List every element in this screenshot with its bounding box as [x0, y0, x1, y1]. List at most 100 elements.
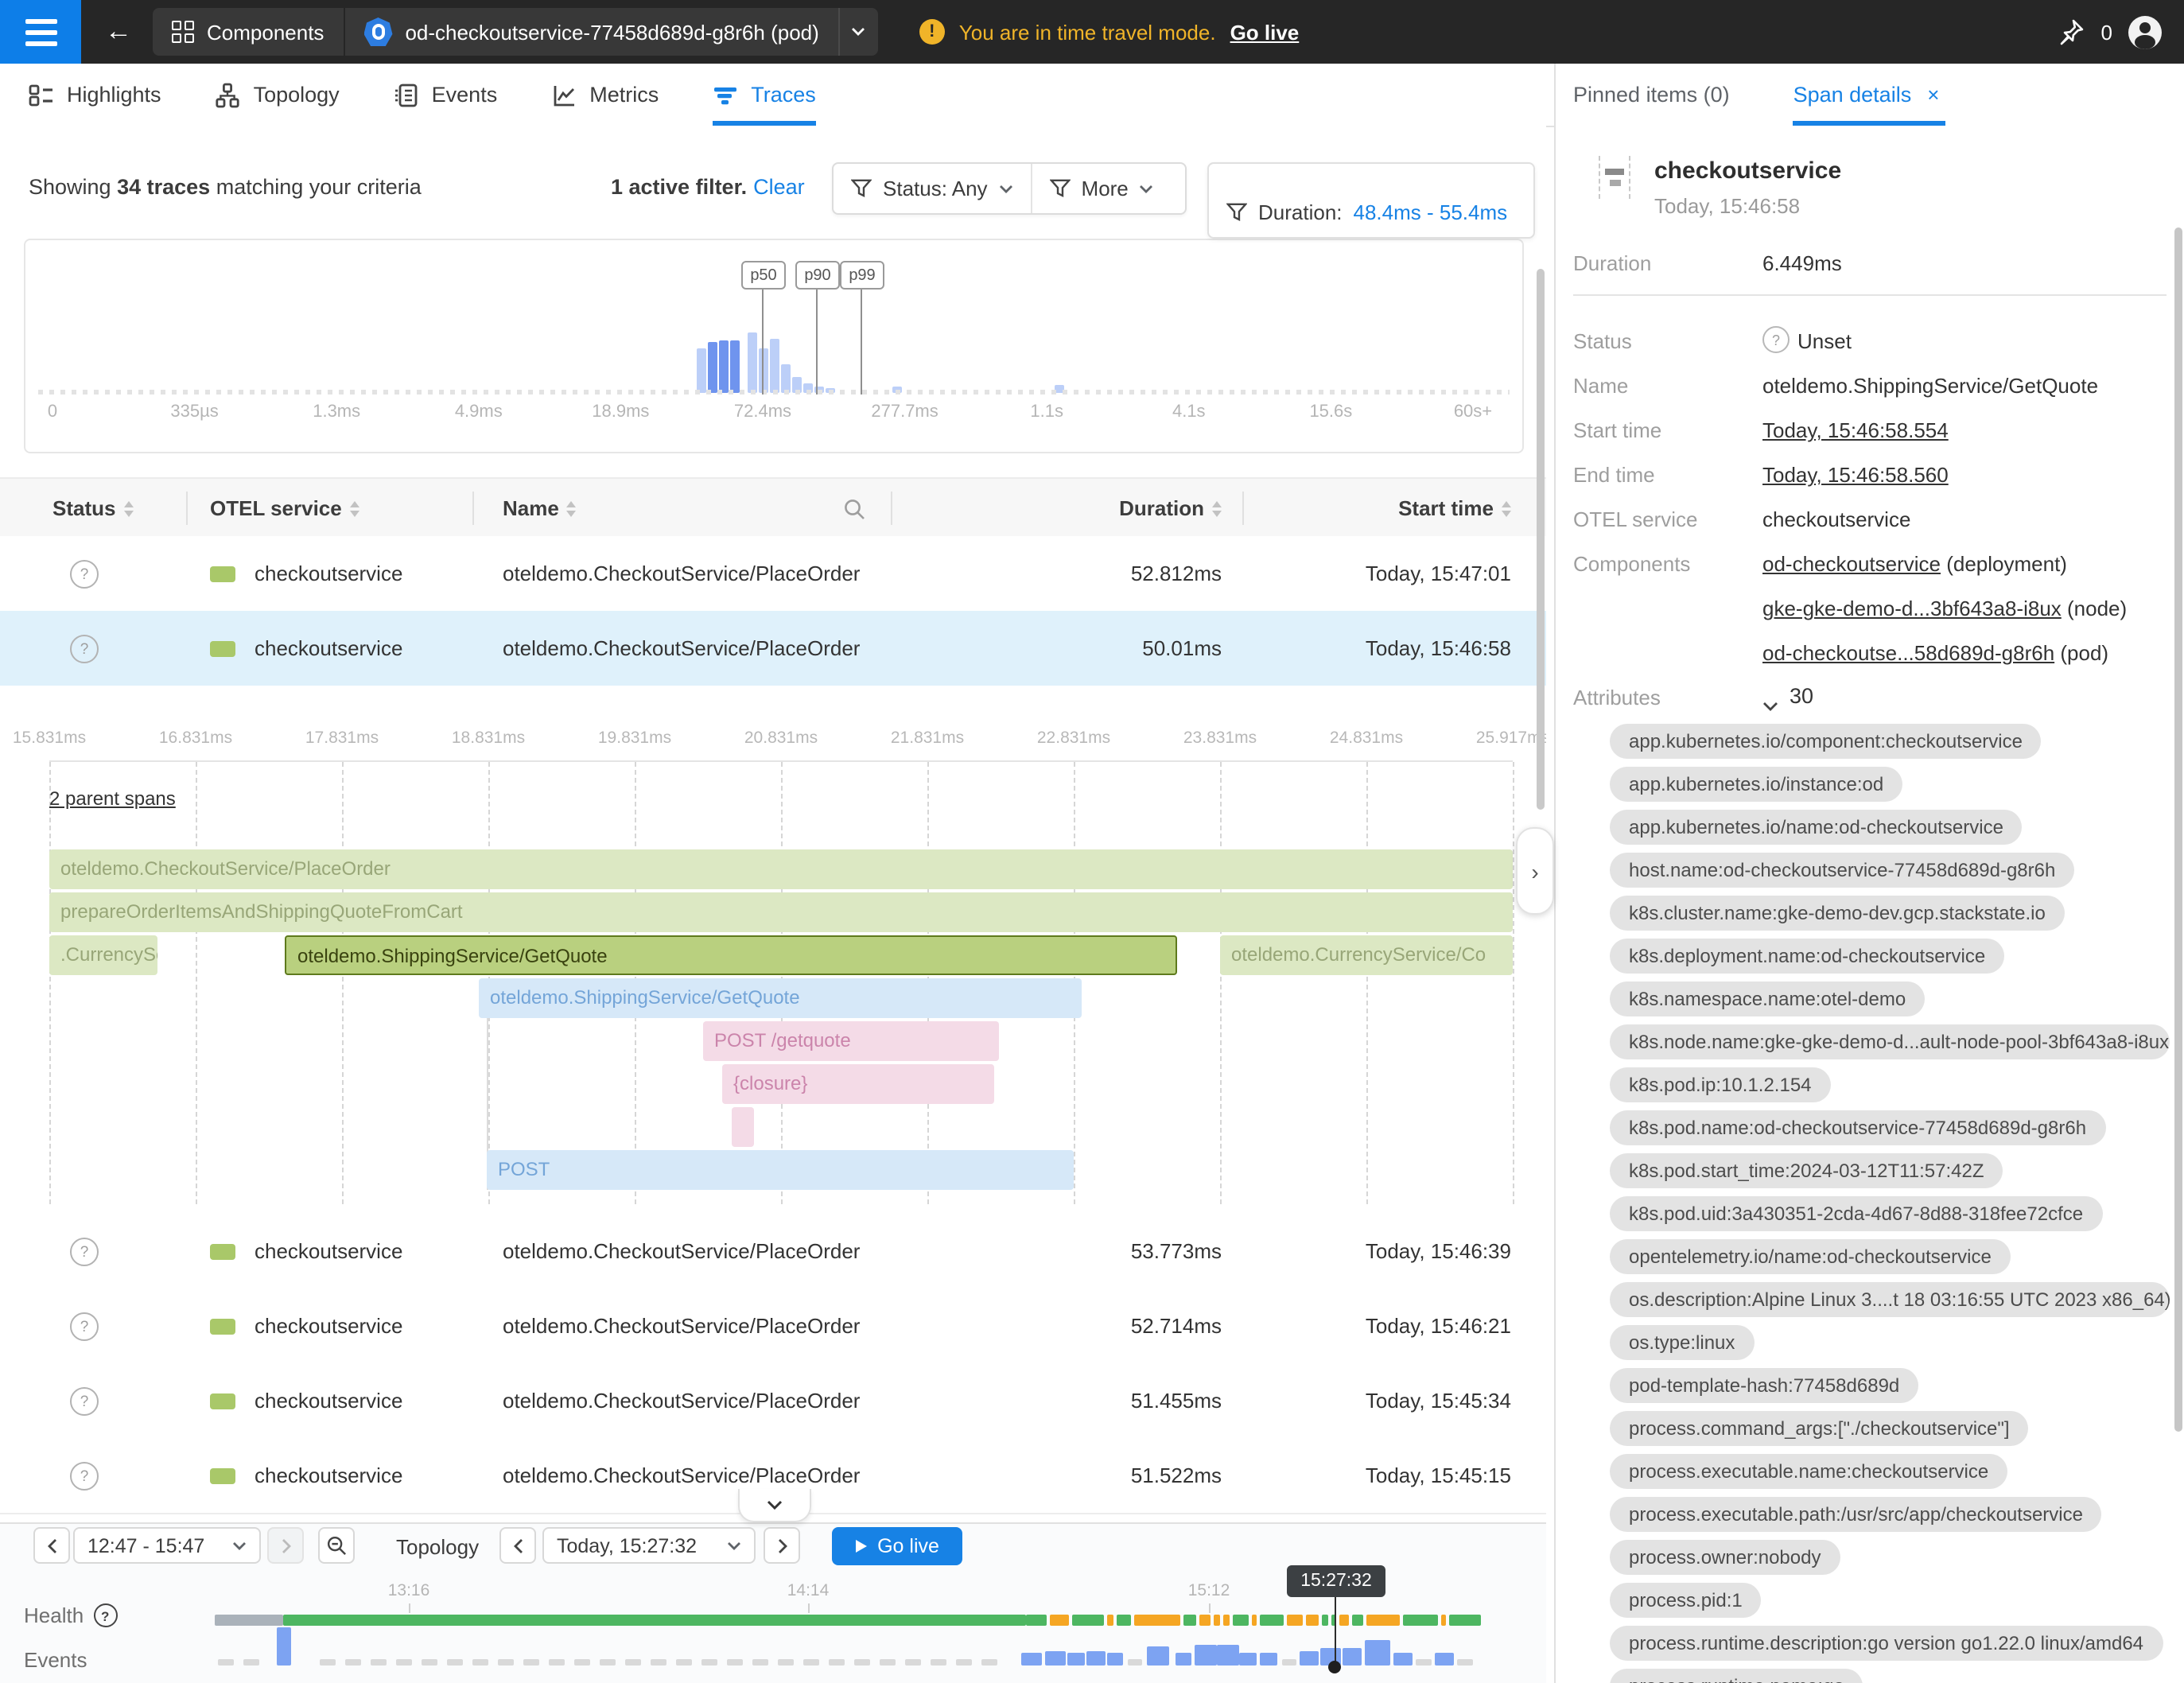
- trace-span[interactable]: POST: [487, 1150, 1074, 1190]
- event-bar[interactable]: [1343, 1648, 1362, 1666]
- histogram-bar[interactable]: [759, 348, 768, 393]
- attribute-chip[interactable]: process.command_args:["./checkoutservice…: [1610, 1411, 2029, 1446]
- entity-dropdown[interactable]: od-checkoutservice-77458d689d-g8r6h (pod…: [344, 8, 837, 56]
- time-marker-handle[interactable]: [1328, 1661, 1341, 1673]
- sort-arrows-icon[interactable]: [1212, 500, 1222, 516]
- tab-topology[interactable]: Topology: [216, 64, 340, 126]
- attribute-chip[interactable]: process.runtime.description:go version g…: [1610, 1626, 2163, 1661]
- attribute-chip[interactable]: k8s.cluster.name:gke-demo-dev.gcp.stacks…: [1610, 896, 2065, 931]
- event-bar[interactable]: [1045, 1651, 1066, 1666]
- close-icon[interactable]: ×: [1927, 83, 1939, 107]
- event-bar[interactable]: [1416, 1659, 1432, 1666]
- go-live-link[interactable]: Go live: [1230, 20, 1300, 44]
- status-filter-dropdown[interactable]: Status: Any: [834, 164, 1031, 213]
- percentile-marker-p99[interactable]: p99: [840, 261, 884, 290]
- attribute-chip[interactable]: k8s.pod.ip:10.1.2.154: [1610, 1067, 1831, 1102]
- attribute-chip[interactable]: process.runtime.name:go: [1610, 1669, 1863, 1683]
- attribute-chip[interactable]: k8s.deployment.name:od-checkoutservice: [1610, 939, 2004, 974]
- histogram-bar[interactable]: [770, 339, 779, 393]
- chevron-down-icon[interactable]: [1762, 692, 1778, 716]
- component-link[interactable]: od-checkoutse...58d689d-g8r6h: [1762, 641, 2054, 665]
- percentile-marker-p50[interactable]: p50: [741, 261, 786, 290]
- histogram-bar[interactable]: [719, 340, 729, 393]
- attribute-chip[interactable]: process.pid:1: [1610, 1583, 1762, 1618]
- attribute-chip[interactable]: k8s.pod.name:od-checkoutservice-77458d68…: [1610, 1110, 2105, 1145]
- histogram-bar[interactable]: [708, 342, 717, 393]
- trace-table-row[interactable]: ?checkoutserviceoteldemo.CheckoutService…: [0, 536, 1546, 612]
- attribute-chip[interactable]: host.name:od-checkoutservice-77458d689d-…: [1610, 853, 2074, 888]
- event-bar[interactable]: [1260, 1653, 1277, 1666]
- end-time-link[interactable]: Today, 15:46:58.560: [1762, 463, 1949, 487]
- event-bar[interactable]: [1217, 1645, 1239, 1666]
- trace-span[interactable]: POST /getquote: [703, 1021, 999, 1061]
- event-bar[interactable]: [1176, 1653, 1191, 1666]
- more-filters-dropdown[interactable]: More: [1032, 164, 1172, 213]
- panel-scrollbar[interactable]: [2174, 227, 2182, 1432]
- tab-traces[interactable]: Traces: [713, 64, 816, 126]
- event-bar[interactable]: [1300, 1651, 1319, 1666]
- attribute-chip[interactable]: os.description:Alpine Linux 3....t 18 03…: [1610, 1282, 2170, 1317]
- main-scrollbar[interactable]: [1537, 269, 1545, 810]
- column-header-otel-service[interactable]: OTEL service: [210, 479, 359, 538]
- event-bar[interactable]: [1239, 1653, 1257, 1666]
- datetime-dropdown[interactable]: Today, 15:27:32: [542, 1527, 756, 1564]
- go-live-button[interactable]: Go live: [832, 1527, 962, 1565]
- event-bar[interactable]: [1086, 1651, 1106, 1666]
- event-bar[interactable]: [1365, 1640, 1390, 1666]
- user-avatar[interactable]: [2128, 15, 2162, 49]
- components-button[interactable]: Components: [153, 8, 343, 56]
- clear-filters-link[interactable]: Clear: [753, 175, 805, 199]
- event-bar[interactable]: [1021, 1653, 1042, 1666]
- event-bar[interactable]: [1195, 1645, 1217, 1666]
- tab-events[interactable]: Events: [394, 64, 498, 126]
- event-bar[interactable]: [1282, 1659, 1296, 1666]
- trace-span[interactable]: oteldemo.ShippingService/GetQuote: [285, 935, 1177, 975]
- attribute-chip[interactable]: process.executable.name:checkoutservice: [1610, 1454, 2007, 1489]
- trace-table-row[interactable]: ?checkoutserviceoteldemo.CheckoutService…: [0, 1214, 1546, 1290]
- event-bar[interactable]: [1147, 1646, 1169, 1666]
- attribute-chip[interactable]: app.kubernetes.io/name:od-checkoutservic…: [1610, 810, 2023, 845]
- column-header-duration[interactable]: Duration: [1119, 479, 1222, 538]
- range-next-button[interactable]: [267, 1527, 304, 1564]
- event-bar[interactable]: [1067, 1653, 1085, 1666]
- trace-span[interactable]: prepareOrderItemsAndShippingQuoteFromCar…: [49, 892, 1513, 932]
- question-circle-icon[interactable]: ?: [93, 1603, 117, 1627]
- trace-table-row[interactable]: ?checkoutserviceoteldemo.CheckoutService…: [0, 1288, 1546, 1365]
- trace-table-row[interactable]: ?checkoutserviceoteldemo.CheckoutService…: [0, 611, 1546, 687]
- histogram-bar[interactable]: [781, 364, 791, 393]
- panel-expand-button[interactable]: ›: [1516, 827, 1554, 915]
- event-bar[interactable]: [1457, 1659, 1473, 1666]
- attribute-chip[interactable]: process.owner:nobody: [1610, 1540, 1840, 1575]
- time-range-dropdown[interactable]: 12:47 - 15:47: [73, 1527, 261, 1564]
- name-search-icon[interactable]: [843, 479, 865, 538]
- trace-span[interactable]: oteldemo.ShippingService/GetQuote: [479, 978, 1082, 1018]
- trace-span[interactable]: .CurrencyServ...: [49, 935, 157, 975]
- duration-filter[interactable]: Duration: 48.4ms - 55.4ms: [1209, 164, 1533, 259]
- histogram-bar[interactable]: [697, 348, 706, 393]
- start-time-link[interactable]: Today, 15:46:58.554: [1762, 418, 1949, 442]
- column-header-status[interactable]: Status: [52, 479, 133, 538]
- sort-arrows-icon[interactable]: [350, 500, 359, 516]
- tab-metrics[interactable]: Metrics: [551, 64, 659, 126]
- trace-span[interactable]: {closure}: [722, 1064, 994, 1104]
- duration-filter-value[interactable]: 48.4ms - 55.4ms: [1354, 200, 1508, 223]
- attribute-chip[interactable]: app.kubernetes.io/component:checkoutserv…: [1610, 724, 2042, 759]
- parent-spans-link[interactable]: 2 parent spans: [49, 787, 176, 810]
- entity-caret-button[interactable]: [838, 8, 878, 56]
- attribute-chip[interactable]: app.kubernetes.io/instance:od: [1610, 767, 1902, 802]
- attribute-chip[interactable]: pod-template-hash:77458d689d: [1610, 1368, 1918, 1403]
- trace-span[interactable]: oteldemo.CurrencyService/Co: [1220, 935, 1513, 975]
- histogram-bar[interactable]: [748, 332, 757, 393]
- zoom-out-button[interactable]: [318, 1527, 355, 1564]
- attribute-chip[interactable]: os.type:linux: [1610, 1325, 1754, 1360]
- event-bar[interactable]: [1107, 1653, 1123, 1666]
- component-link[interactable]: gke-gke-demo-d...3bf643a8-i8ux: [1762, 597, 2062, 620]
- event-bar[interactable]: [1393, 1653, 1413, 1666]
- hamburger-menu-icon[interactable]: [0, 0, 81, 64]
- tab-highlights[interactable]: Highlights: [29, 64, 161, 126]
- datetime-next-button[interactable]: [764, 1527, 800, 1564]
- duration-histogram[interactable]: p50p90p99 0335µs1.3ms4.9ms18.9ms72.4ms27…: [24, 239, 1524, 453]
- sort-arrows-icon[interactable]: [1502, 500, 1511, 516]
- range-prev-button[interactable]: [33, 1527, 70, 1564]
- attribute-chip[interactable]: k8s.namespace.name:otel-demo: [1610, 981, 1925, 1016]
